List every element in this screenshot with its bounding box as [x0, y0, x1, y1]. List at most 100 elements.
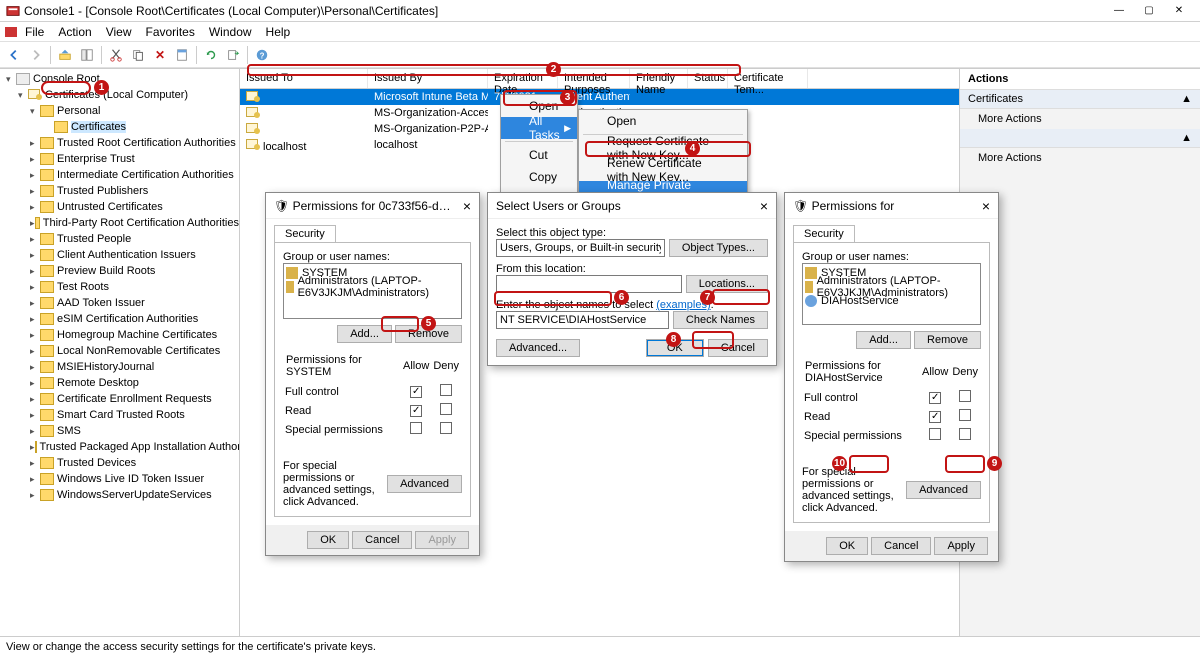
- dlg1-apply[interactable]: Apply: [415, 531, 469, 549]
- col-friendly[interactable]: Friendly Name: [630, 69, 688, 88]
- dlg3-close[interactable]: ×: [982, 198, 990, 214]
- tree-item[interactable]: ▸Homegroup Machine Certificates: [0, 327, 239, 343]
- dlg1-ok[interactable]: OK: [307, 531, 349, 549]
- dlg3-remove-button[interactable]: Remove: [914, 331, 981, 349]
- copy-button[interactable]: [128, 45, 148, 65]
- tree-item[interactable]: ▸Windows Live ID Token Issuer: [0, 471, 239, 487]
- minimize-button[interactable]: —: [1104, 1, 1134, 21]
- dlg2-names-input[interactable]: [496, 311, 669, 329]
- tree-item[interactable]: ▸MSIEHistoryJournal: [0, 359, 239, 375]
- ctx-cut[interactable]: Cut: [501, 144, 577, 166]
- collapse-icon[interactable]: ▲: [1181, 93, 1192, 105]
- dlg2-object-types-button[interactable]: Object Types...: [669, 239, 768, 257]
- collapse-icon[interactable]: ▲: [1181, 132, 1192, 144]
- dlg1-tab-security[interactable]: Security: [274, 225, 336, 242]
- tree-certificates-local[interactable]: ▾Certificates (Local Computer): [0, 87, 239, 103]
- up-button[interactable]: [55, 45, 75, 65]
- tree-item[interactable]: ▸Untrusted Certificates: [0, 199, 239, 215]
- dlg2-check-names[interactable]: Check Names: [673, 311, 768, 329]
- actions-section-certificates[interactable]: Certificates▲: [960, 90, 1200, 109]
- dlg3-advanced-button[interactable]: Advanced: [906, 481, 981, 499]
- tree-item[interactable]: ▸Trusted Root Certification Authorities: [0, 135, 239, 151]
- tree-personal[interactable]: ▾Personal: [0, 103, 239, 119]
- actions-more-1[interactable]: More Actions: [960, 109, 1200, 129]
- tree-item[interactable]: ▸Remote Desktop: [0, 375, 239, 391]
- tree-item[interactable]: ▸WindowsServerUpdateServices: [0, 487, 239, 503]
- tree-item[interactable]: ▸Test Roots: [0, 279, 239, 295]
- chk-deny-full[interactable]: [959, 390, 971, 402]
- dlg2-location[interactable]: [496, 275, 682, 293]
- dlg3-add-button[interactable]: Add...: [856, 331, 911, 349]
- tree-pane[interactable]: ▾Console Root ▾Certificates (Local Compu…: [0, 69, 240, 636]
- dlg2-cancel[interactable]: Cancel: [708, 339, 768, 357]
- tree-item[interactable]: ▸Certificate Enrollment Requests: [0, 391, 239, 407]
- tree-item[interactable]: ▸SMS: [0, 423, 239, 439]
- sub-open[interactable]: Open: [579, 110, 747, 132]
- dlg2-advanced[interactable]: Advanced...: [496, 339, 580, 357]
- cut-button[interactable]: [106, 45, 126, 65]
- tree-item[interactable]: ▸Preview Build Roots: [0, 263, 239, 279]
- dlg3-tab-security[interactable]: Security: [793, 225, 855, 242]
- tree-item[interactable]: ▸AAD Token Issuer: [0, 295, 239, 311]
- delete-button[interactable]: ✕: [150, 45, 170, 65]
- dlg1-cancel[interactable]: Cancel: [352, 531, 412, 549]
- dlg2-ok[interactable]: OK: [646, 339, 704, 357]
- chk-deny-read[interactable]: [440, 403, 452, 415]
- maximize-button[interactable]: ▢: [1134, 1, 1164, 21]
- tree-item[interactable]: ▸Enterprise Trust: [0, 151, 239, 167]
- dlg2-locations-button[interactable]: Locations...: [686, 275, 768, 293]
- tree-certificates-node[interactable]: Certificates: [0, 119, 239, 135]
- menu-action[interactable]: Action: [51, 25, 98, 39]
- tree-item[interactable]: ▸Trusted Devices: [0, 455, 239, 471]
- chk-allow-read[interactable]: ✓: [929, 411, 941, 423]
- help-button[interactable]: ?: [252, 45, 272, 65]
- tree-item[interactable]: ▸Client Authentication Issuers: [0, 247, 239, 263]
- dlg1-close[interactable]: ×: [463, 198, 471, 214]
- menu-window[interactable]: Window: [202, 25, 259, 39]
- back-button[interactable]: [4, 45, 24, 65]
- tree-item[interactable]: ▸Trusted Packaged App Installation Autho…: [0, 439, 239, 455]
- dlg1-advanced-button[interactable]: Advanced: [387, 475, 462, 493]
- chk-allow-full[interactable]: ✓: [929, 392, 941, 404]
- tree-item[interactable]: ▸Smart Card Trusted Roots: [0, 407, 239, 423]
- menu-view[interactable]: View: [99, 25, 139, 39]
- dlg2-close[interactable]: ×: [760, 198, 768, 214]
- col-expiration[interactable]: Expiration Date: [488, 69, 558, 88]
- menu-file[interactable]: File: [18, 25, 51, 39]
- col-issued-to[interactable]: Issued To: [240, 69, 368, 88]
- tree-item[interactable]: ▸Trusted People: [0, 231, 239, 247]
- export-list-button[interactable]: [223, 45, 243, 65]
- dlg1-user-list[interactable]: SYSTEM Administrators (LAPTOP-E6V3JKJM\A…: [283, 263, 462, 319]
- dlg2-examples-link[interactable]: (examples): [656, 299, 710, 311]
- col-purposes[interactable]: Intended Purposes: [558, 69, 630, 88]
- dlg1-add-button[interactable]: Add...: [337, 325, 392, 343]
- show-hide-button[interactable]: [77, 45, 97, 65]
- tree-item[interactable]: ▸Trusted Publishers: [0, 183, 239, 199]
- chk-deny-read[interactable]: [959, 409, 971, 421]
- properties-button[interactable]: [172, 45, 192, 65]
- dlg3-cancel[interactable]: Cancel: [871, 537, 931, 555]
- forward-button[interactable]: [26, 45, 46, 65]
- col-template[interactable]: Certificate Tem...: [728, 69, 808, 88]
- tree-item[interactable]: ▸eSIM Certification Authorities: [0, 311, 239, 327]
- menu-help[interactable]: Help: [259, 25, 298, 39]
- chk-deny-full[interactable]: [440, 384, 452, 396]
- actions-section-selected[interactable]: ▲: [960, 129, 1200, 148]
- tree-item[interactable]: ▸Intermediate Certification Authorities: [0, 167, 239, 183]
- dlg1-remove-button[interactable]: Remove: [395, 325, 462, 343]
- dlg3-user-list[interactable]: SYSTEM Administrators (LAPTOP-E6V3JKJM\A…: [802, 263, 981, 325]
- table-row[interactable]: Microsoft Intune Beta MDM De...7/8/2021C…: [240, 89, 959, 105]
- chk-allow-full[interactable]: ✓: [410, 386, 422, 398]
- menu-favorites[interactable]: Favorites: [139, 25, 202, 39]
- list-header[interactable]: Issued To Issued By Expiration Date Inte…: [240, 69, 959, 89]
- dlg3-apply[interactable]: Apply: [934, 537, 988, 555]
- actions-more-2[interactable]: More Actions: [960, 148, 1200, 168]
- dlg3-ok[interactable]: OK: [826, 537, 868, 555]
- refresh-button[interactable]: [201, 45, 221, 65]
- ctx-copy[interactable]: Copy: [501, 166, 577, 188]
- col-status[interactable]: Status: [688, 69, 728, 88]
- tree-console-root[interactable]: ▾Console Root: [0, 71, 239, 87]
- tree-item[interactable]: ▸Local NonRemovable Certificates: [0, 343, 239, 359]
- chk-allow-read[interactable]: ✓: [410, 405, 422, 417]
- ctx-all-tasks[interactable]: All Tasks▶: [501, 117, 577, 139]
